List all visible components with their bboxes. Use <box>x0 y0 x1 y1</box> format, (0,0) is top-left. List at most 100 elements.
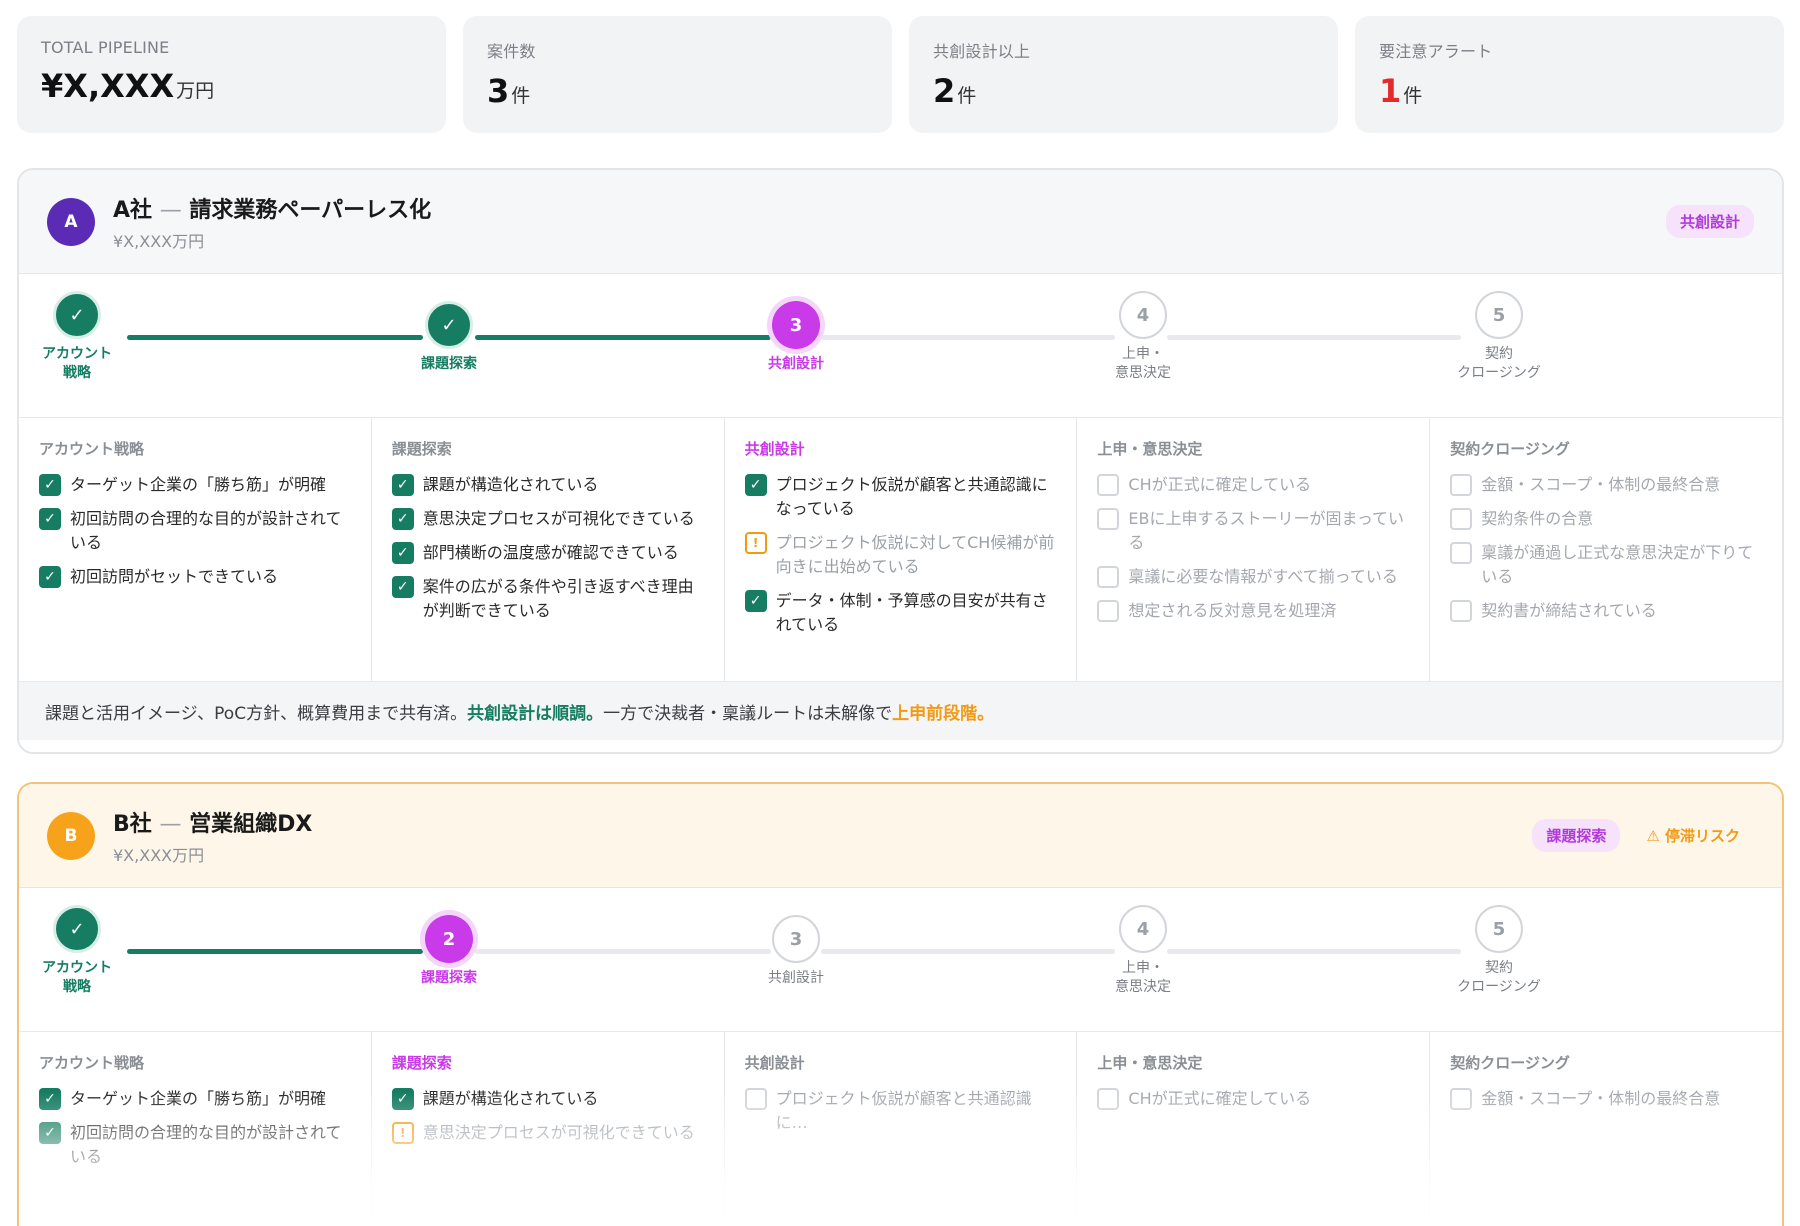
checklist-item[interactable]: ✓ 部門横断の温度感が確認できている <box>391 541 704 565</box>
checkbox-empty-icon[interactable] <box>1450 600 1473 622</box>
checklist-item[interactable]: ✓ 初回訪問の合理的な目的が設計されている <box>39 507 351 555</box>
checkbox-empty-icon[interactable] <box>1450 1088 1473 1110</box>
checklist-item[interactable]: ✓ ターゲット企業の「勝ち筋」が明確 <box>39 1087 351 1111</box>
checkbox-checked-icon[interactable]: ✓ <box>744 590 767 612</box>
step-closing[interactable]: 5 契約 クロージング <box>1419 888 1579 997</box>
step-number: 4 <box>1119 905 1167 953</box>
step-issue-exploration[interactable]: 2 課題探索 <box>369 888 529 988</box>
stage-stepper: ✓ アカウント 戦略 ✓ 課題探索 3 共創設計 4 上申・ 意思決定 5 契約 クロ… <box>19 274 1782 418</box>
step-number: 3 <box>772 301 820 349</box>
deal-title: B社 — 営業組織DX <box>113 811 313 837</box>
checklist-item[interactable]: 想定される反対意見を処理済 <box>1097 599 1409 623</box>
checkbox-checked-icon[interactable]: ✓ <box>391 542 414 564</box>
deal-card-b[interactable]: B B社 — 営業組織DX ¥X,XXX万円 課題探索 ⚠ 停滞リスク ✓ アカ… <box>17 782 1784 1226</box>
kpi-cocreation-plus: 共創設計以上 2件 <box>909 16 1338 133</box>
step-number: 4 <box>1119 291 1167 339</box>
checklist-item[interactable]: ✓ 意思決定プロセスが可視化できている <box>391 507 704 531</box>
step-number: 5 <box>1475 291 1523 339</box>
checkbox-checked-icon[interactable]: ✓ <box>391 576 414 598</box>
deal-card-a[interactable]: A A社 — 請求業務ペーパーレス化 ¥X,XXX万円 共創設計 ✓ アカウント… <box>17 168 1784 754</box>
column-title: アカウント戦略 <box>39 440 145 458</box>
avatar: B <box>47 811 95 860</box>
kpi-unit: 万円 <box>176 80 215 102</box>
checklist-item[interactable]: EBに上申するストーリーが固まっている <box>1097 507 1409 555</box>
checklist-item[interactable]: 稟議が通過し正式な意思決定が下りている <box>1450 541 1762 589</box>
checkbox-checked-icon[interactable]: ✓ <box>39 566 61 588</box>
checklist-item[interactable]: 金額・スコープ・体制の最終合意 <box>1450 473 1762 497</box>
checklist-column: アカウント戦略 ✓ ターゲット企業の「勝ち筋」が明確 ✓ 初回訪問の合理的な目的が設… <box>19 1032 372 1226</box>
checklist-columns: アカウント戦略 ✓ ターゲット企業の「勝ち筋」が明確 ✓ 初回訪問の合理的な目的が設… <box>19 1032 1782 1226</box>
checkbox-checked-icon[interactable]: ✓ <box>39 508 61 530</box>
checkbox-checked-icon[interactable]: ✓ <box>39 1122 61 1144</box>
warning-icon[interactable]: ! <box>391 1122 414 1144</box>
checkbox-empty-icon[interactable] <box>1097 600 1120 622</box>
step-account-strategy[interactable]: ✓ アカウント 戦略 <box>19 888 157 997</box>
deal-summary: 課題と活用イメージ、PoC方針、概算費用まで共有済。 共創設計は順調。 一方で決裁者… <box>19 682 1782 740</box>
checklist-item[interactable]: CHが正式に確定している <box>1097 473 1409 497</box>
column-title: 契約クロージング <box>1450 1054 1570 1072</box>
checkbox-empty-icon[interactable] <box>1450 542 1473 564</box>
column-title: 上申・意思決定 <box>1097 440 1203 458</box>
checkbox-empty-icon[interactable] <box>1097 1088 1120 1110</box>
checkbox-checked-icon[interactable]: ✓ <box>391 1088 414 1110</box>
checklist-item[interactable]: ✓ ターゲット企業の「勝ち筋」が明確 <box>39 473 351 497</box>
step-escalation[interactable]: 4 上申・ 意思決定 <box>1063 888 1223 997</box>
column-title: 共創設計 <box>744 440 805 458</box>
step-escalation[interactable]: 4 上申・ 意思決定 <box>1063 274 1223 383</box>
checkbox-empty-icon[interactable] <box>1450 508 1473 530</box>
column-title: 共創設計 <box>744 1054 805 1072</box>
kpi-label: 要注意アラート <box>1379 42 1493 61</box>
kpi-row: TOTAL PIPELINE ¥X,XXX 万円 案件数 3件 共創設計以上 2件… <box>17 16 1784 133</box>
deal-header[interactable]: A A社 — 請求業務ペーパーレス化 ¥X,XXX万円 共創設計 <box>19 170 1782 274</box>
checklist-item[interactable]: ✓ 初回訪問の合理的な目的が設計されている <box>39 1121 351 1169</box>
checklist-item[interactable]: プロジェクト仮説が顧客と共通認識に… <box>744 1087 1057 1135</box>
checklist-item[interactable]: ! 意思決定プロセスが可視化できている <box>391 1121 704 1145</box>
checklist-column: 課題探索 ✓ 課題が構造化されている ! 意思決定プロセスが可視化できている <box>372 1032 725 1226</box>
checklist-item[interactable]: 契約書が締結されている <box>1450 599 1762 623</box>
step-closing[interactable]: 5 契約 クロージング <box>1419 274 1579 383</box>
check-icon: ✓ <box>53 905 101 953</box>
checklist-item[interactable]: ✓ 課題が構造化されている <box>391 473 704 497</box>
checkbox-checked-icon[interactable]: ✓ <box>39 474 61 496</box>
kpi-label: TOTAL PIPELINE <box>41 38 170 57</box>
checklist-column: 課題探索 ✓ 課題が構造化されている ✓ 意思決定プロセスが可視化できている ✓ 部門… <box>372 418 725 681</box>
warning-icon[interactable]: ! <box>744 532 767 554</box>
step-number: 3 <box>772 915 820 963</box>
deal-header[interactable]: B B社 — 営業組織DX ¥X,XXX万円 課題探索 ⚠ 停滞リスク <box>19 784 1782 888</box>
kpi-value: 2 <box>933 72 956 110</box>
avatar: A <box>47 197 95 246</box>
checklist-item[interactable]: ✓ 案件の広がる条件や引き返すべき理由が判断できている <box>391 575 704 623</box>
step-cocreation[interactable]: 3 共創設計 <box>716 274 876 374</box>
checkbox-empty-icon[interactable] <box>744 1088 767 1110</box>
checklist-item[interactable]: ! プロジェクト仮説に対してCH候補が前向きに出始めている <box>744 531 1057 579</box>
column-title: 上申・意思決定 <box>1097 1054 1203 1072</box>
deal-title: A社 — 請求業務ペーパーレス化 <box>113 197 432 223</box>
stage-badge: 共創設計 <box>1665 205 1754 238</box>
checklist-item[interactable]: 稟議に必要な情報がすべて揃っている <box>1097 565 1409 589</box>
checkbox-empty-icon[interactable] <box>1097 474 1120 496</box>
checklist-item[interactable]: 金額・スコープ・体制の最終合意 <box>1450 1087 1762 1111</box>
checkbox-empty-icon[interactable] <box>1097 508 1120 530</box>
checklist-column: アカウント戦略 ✓ ターゲット企業の「勝ち筋」が明確 ✓ 初回訪問の合理的な目的が設… <box>19 418 372 681</box>
checkbox-checked-icon[interactable]: ✓ <box>744 474 767 496</box>
checklist-item[interactable]: 契約条件の合意 <box>1450 507 1762 531</box>
kpi-deal-count: 案件数 3件 <box>463 16 892 133</box>
step-account-strategy[interactable]: ✓ アカウント 戦略 <box>19 274 157 383</box>
checkbox-checked-icon[interactable]: ✓ <box>39 1088 61 1110</box>
checkbox-checked-icon[interactable]: ✓ <box>391 508 414 530</box>
checklist-item[interactable]: ✓ 課題が構造化されている <box>391 1087 704 1111</box>
check-icon: ✓ <box>425 301 473 349</box>
step-issue-exploration[interactable]: ✓ 課題探索 <box>369 274 529 374</box>
checkbox-checked-icon[interactable]: ✓ <box>391 474 414 496</box>
checkbox-empty-icon[interactable] <box>1097 566 1120 588</box>
column-title: 契約クロージング <box>1450 440 1570 458</box>
checklist-item[interactable]: CHが正式に確定している <box>1097 1087 1409 1111</box>
checklist-item[interactable]: ✓ 初回訪問がセットできている <box>39 565 351 589</box>
stage-badge: 課題探索 <box>1532 819 1621 852</box>
step-cocreation[interactable]: 3 共創設計 <box>716 888 876 988</box>
kpi-label: 共創設計以上 <box>933 42 1031 61</box>
checklist-item[interactable]: ✓ データ・体制・予算感の目安が共有されている <box>744 589 1057 637</box>
checkbox-empty-icon[interactable] <box>1450 474 1473 496</box>
checklist-columns: アカウント戦略 ✓ ターゲット企業の「勝ち筋」が明確 ✓ 初回訪問の合理的な目的が設… <box>19 418 1782 682</box>
checklist-item[interactable]: ✓ プロジェクト仮説が顧客と共通認識になっている <box>744 473 1057 521</box>
